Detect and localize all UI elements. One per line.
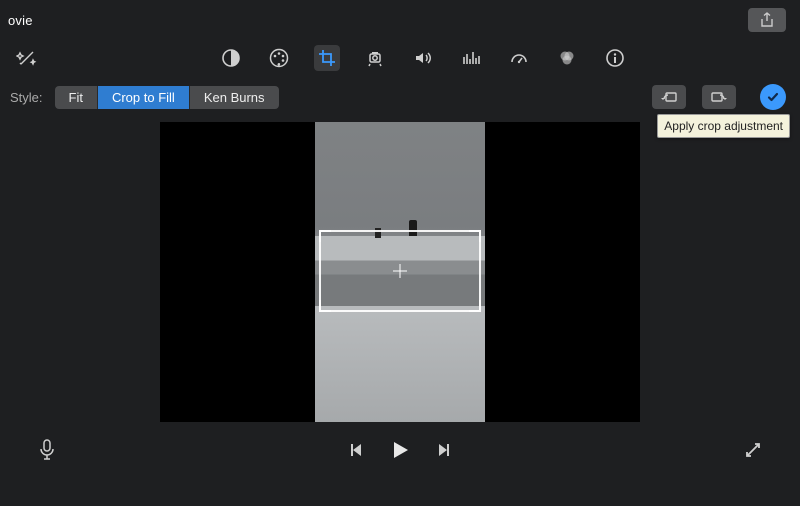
equalizer-icon: [461, 48, 481, 68]
tool-icons-group: [144, 45, 702, 71]
volume-button[interactable]: [410, 45, 436, 71]
color-balance-button[interactable]: [218, 45, 244, 71]
previous-button[interactable]: [347, 442, 363, 458]
style-segmented-control: Fit Crop to Fill Ken Burns: [55, 86, 279, 109]
rotate-cw-icon: [709, 90, 729, 104]
rotate-ccw-icon: [659, 90, 679, 104]
style-row: Style: Fit Crop to Fill Ken Burns Apply …: [6, 76, 794, 122]
voiceover-button[interactable]: [34, 438, 60, 462]
apply-crop-button[interactable]: Apply crop adjustment: [760, 84, 786, 110]
speed-button[interactable]: [506, 45, 532, 71]
volume-icon: [413, 48, 433, 68]
play-icon: [389, 439, 411, 461]
microphone-icon: [38, 438, 56, 462]
apply-crop-tooltip: Apply crop adjustment: [657, 114, 790, 138]
crop-handle-bl[interactable]: [319, 300, 331, 312]
color-palette-button[interactable]: [266, 45, 292, 71]
checkmark-icon: [766, 90, 780, 104]
next-button[interactable]: [437, 442, 453, 458]
style-label: Style:: [10, 90, 43, 105]
crop-icon: [317, 48, 337, 68]
crop-handle-tr[interactable]: [469, 230, 481, 242]
play-button[interactable]: [389, 439, 411, 461]
crop-button[interactable]: [314, 45, 340, 71]
magic-wand-button[interactable]: [14, 45, 40, 71]
crop-box[interactable]: [319, 230, 481, 312]
titlebar: ovie: [6, 6, 794, 40]
preview-area: [6, 122, 794, 422]
adjustments-toolbar: [6, 40, 794, 76]
stabilize-button[interactable]: [362, 45, 388, 71]
expand-icon: [744, 441, 762, 459]
color-balance-icon: [221, 48, 241, 68]
stabilize-icon: [365, 48, 385, 68]
fullscreen-button[interactable]: [740, 441, 766, 459]
rotate-ccw-button[interactable]: [652, 85, 686, 109]
magic-wand-icon: [16, 47, 38, 69]
crop-handle-tl[interactable]: [319, 230, 331, 242]
color-palette-icon: [268, 47, 290, 69]
app-root: ovie: [0, 0, 800, 506]
video-preview[interactable]: [160, 122, 640, 422]
equalizer-button[interactable]: [458, 45, 484, 71]
video-clip: [315, 122, 485, 422]
speed-icon: [509, 48, 529, 68]
color-correction-icon: [557, 48, 577, 68]
style-crop-to-fill-button[interactable]: Crop to Fill: [97, 86, 189, 109]
style-ken-burns-button[interactable]: Ken Burns: [189, 86, 279, 109]
style-fit-button[interactable]: Fit: [55, 86, 97, 109]
crop-handle-br[interactable]: [469, 300, 481, 312]
crop-center-crosshair: [393, 264, 407, 278]
info-button[interactable]: [602, 45, 628, 71]
skip-forward-icon: [437, 442, 453, 458]
window-title: ovie: [8, 13, 33, 28]
playback-controls: [347, 439, 453, 461]
transport-bar: [6, 422, 794, 478]
rotate-cw-button[interactable]: [702, 85, 736, 109]
share-icon: [760, 12, 774, 28]
info-icon: [605, 48, 625, 68]
color-correction-button[interactable]: [554, 45, 580, 71]
share-button[interactable]: [748, 8, 786, 32]
skip-back-icon: [347, 442, 363, 458]
